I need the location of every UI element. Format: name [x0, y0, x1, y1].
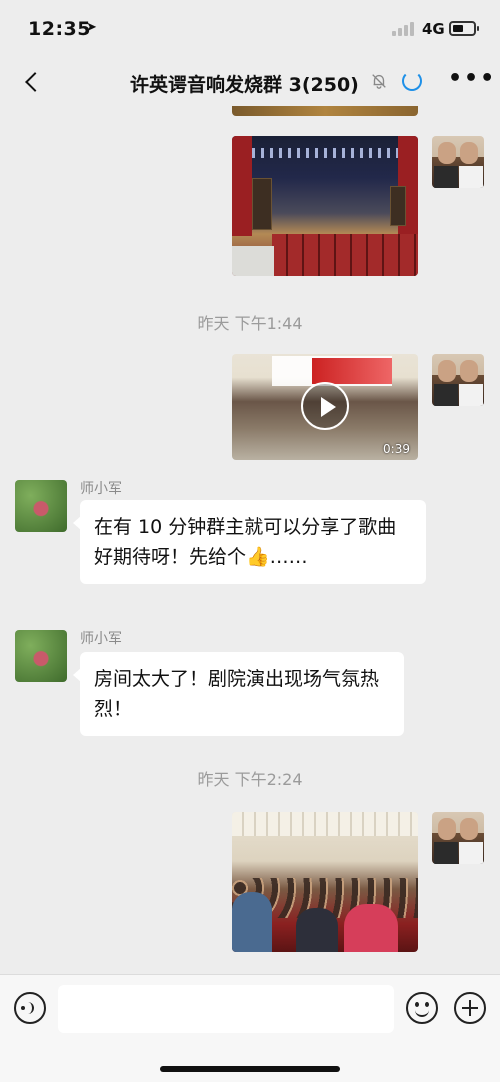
- video-message[interactable]: 0:39: [232, 354, 418, 460]
- image-detail: [232, 136, 252, 236]
- chat-header: 许英谔音响发烧群 3(250) •••: [0, 58, 500, 106]
- more-options-button[interactable]: •••: [448, 66, 496, 91]
- sender-name: 师小军: [80, 631, 122, 647]
- video-duration: 0:39: [383, 442, 410, 456]
- avatar[interactable]: [432, 136, 484, 188]
- text-message[interactable]: 房间太大了！剧院演出现场气氛热烈！: [73, 652, 404, 736]
- avatar[interactable]: [15, 630, 67, 682]
- image-detail: [296, 908, 338, 952]
- message-timestamp: 昨天 下午1:44: [197, 314, 303, 333]
- play-icon[interactable]: [301, 382, 349, 430]
- image-message[interactable]: [232, 136, 418, 276]
- emoji-button[interactable]: [406, 992, 438, 1024]
- message-timestamp: 昨天 下午2:24: [197, 770, 303, 789]
- voice-input-button[interactable]: [14, 992, 46, 1024]
- image-detail: [390, 186, 406, 226]
- message-text: 房间太大了！剧院演出现场气氛热烈！: [94, 668, 380, 720]
- message-list[interactable]: 昨天 下午1:44 0:39 师小军 在有 10 分钟群主就可以分享了歌曲好期待…: [0, 106, 500, 974]
- bell-off-icon: [372, 74, 386, 89]
- avatar[interactable]: [432, 812, 484, 864]
- image-detail: [232, 812, 418, 836]
- sender-name: 师小军: [80, 481, 122, 497]
- image-message[interactable]: [232, 812, 418, 952]
- image-detail: [232, 246, 274, 276]
- avatar[interactable]: [432, 354, 484, 406]
- image-detail: [272, 234, 418, 276]
- back-button[interactable]: [22, 68, 46, 96]
- status-bar: 12:35 ➤ 4G: [0, 0, 500, 58]
- loading-spinner-icon: [402, 71, 422, 91]
- status-time: 12:35: [28, 18, 91, 40]
- partial-image-message[interactable]: [232, 106, 418, 116]
- text-message[interactable]: 在有 10 分钟群主就可以分享了歌曲好期待呀！先给个👍……: [73, 500, 426, 584]
- message-input[interactable]: [58, 985, 394, 1033]
- video-frame-detail: [312, 358, 392, 384]
- avatar[interactable]: [15, 480, 67, 532]
- image-detail: [344, 904, 398, 952]
- network-type: 4G: [422, 20, 445, 38]
- image-detail: [252, 148, 412, 158]
- image-detail: [252, 178, 272, 230]
- input-bar: [0, 974, 500, 1082]
- signal-icon: [392, 22, 416, 36]
- location-icon: ➤: [86, 20, 97, 35]
- image-detail: [232, 892, 272, 952]
- chat-title: 许英谔音响发烧群 3(250): [130, 74, 359, 96]
- home-indicator: [160, 1066, 340, 1072]
- battery-icon: [449, 21, 479, 36]
- message-text: 在有 10 分钟群主就可以分享了歌曲好期待呀！先给个👍……: [94, 516, 397, 568]
- more-actions-button[interactable]: [454, 992, 486, 1024]
